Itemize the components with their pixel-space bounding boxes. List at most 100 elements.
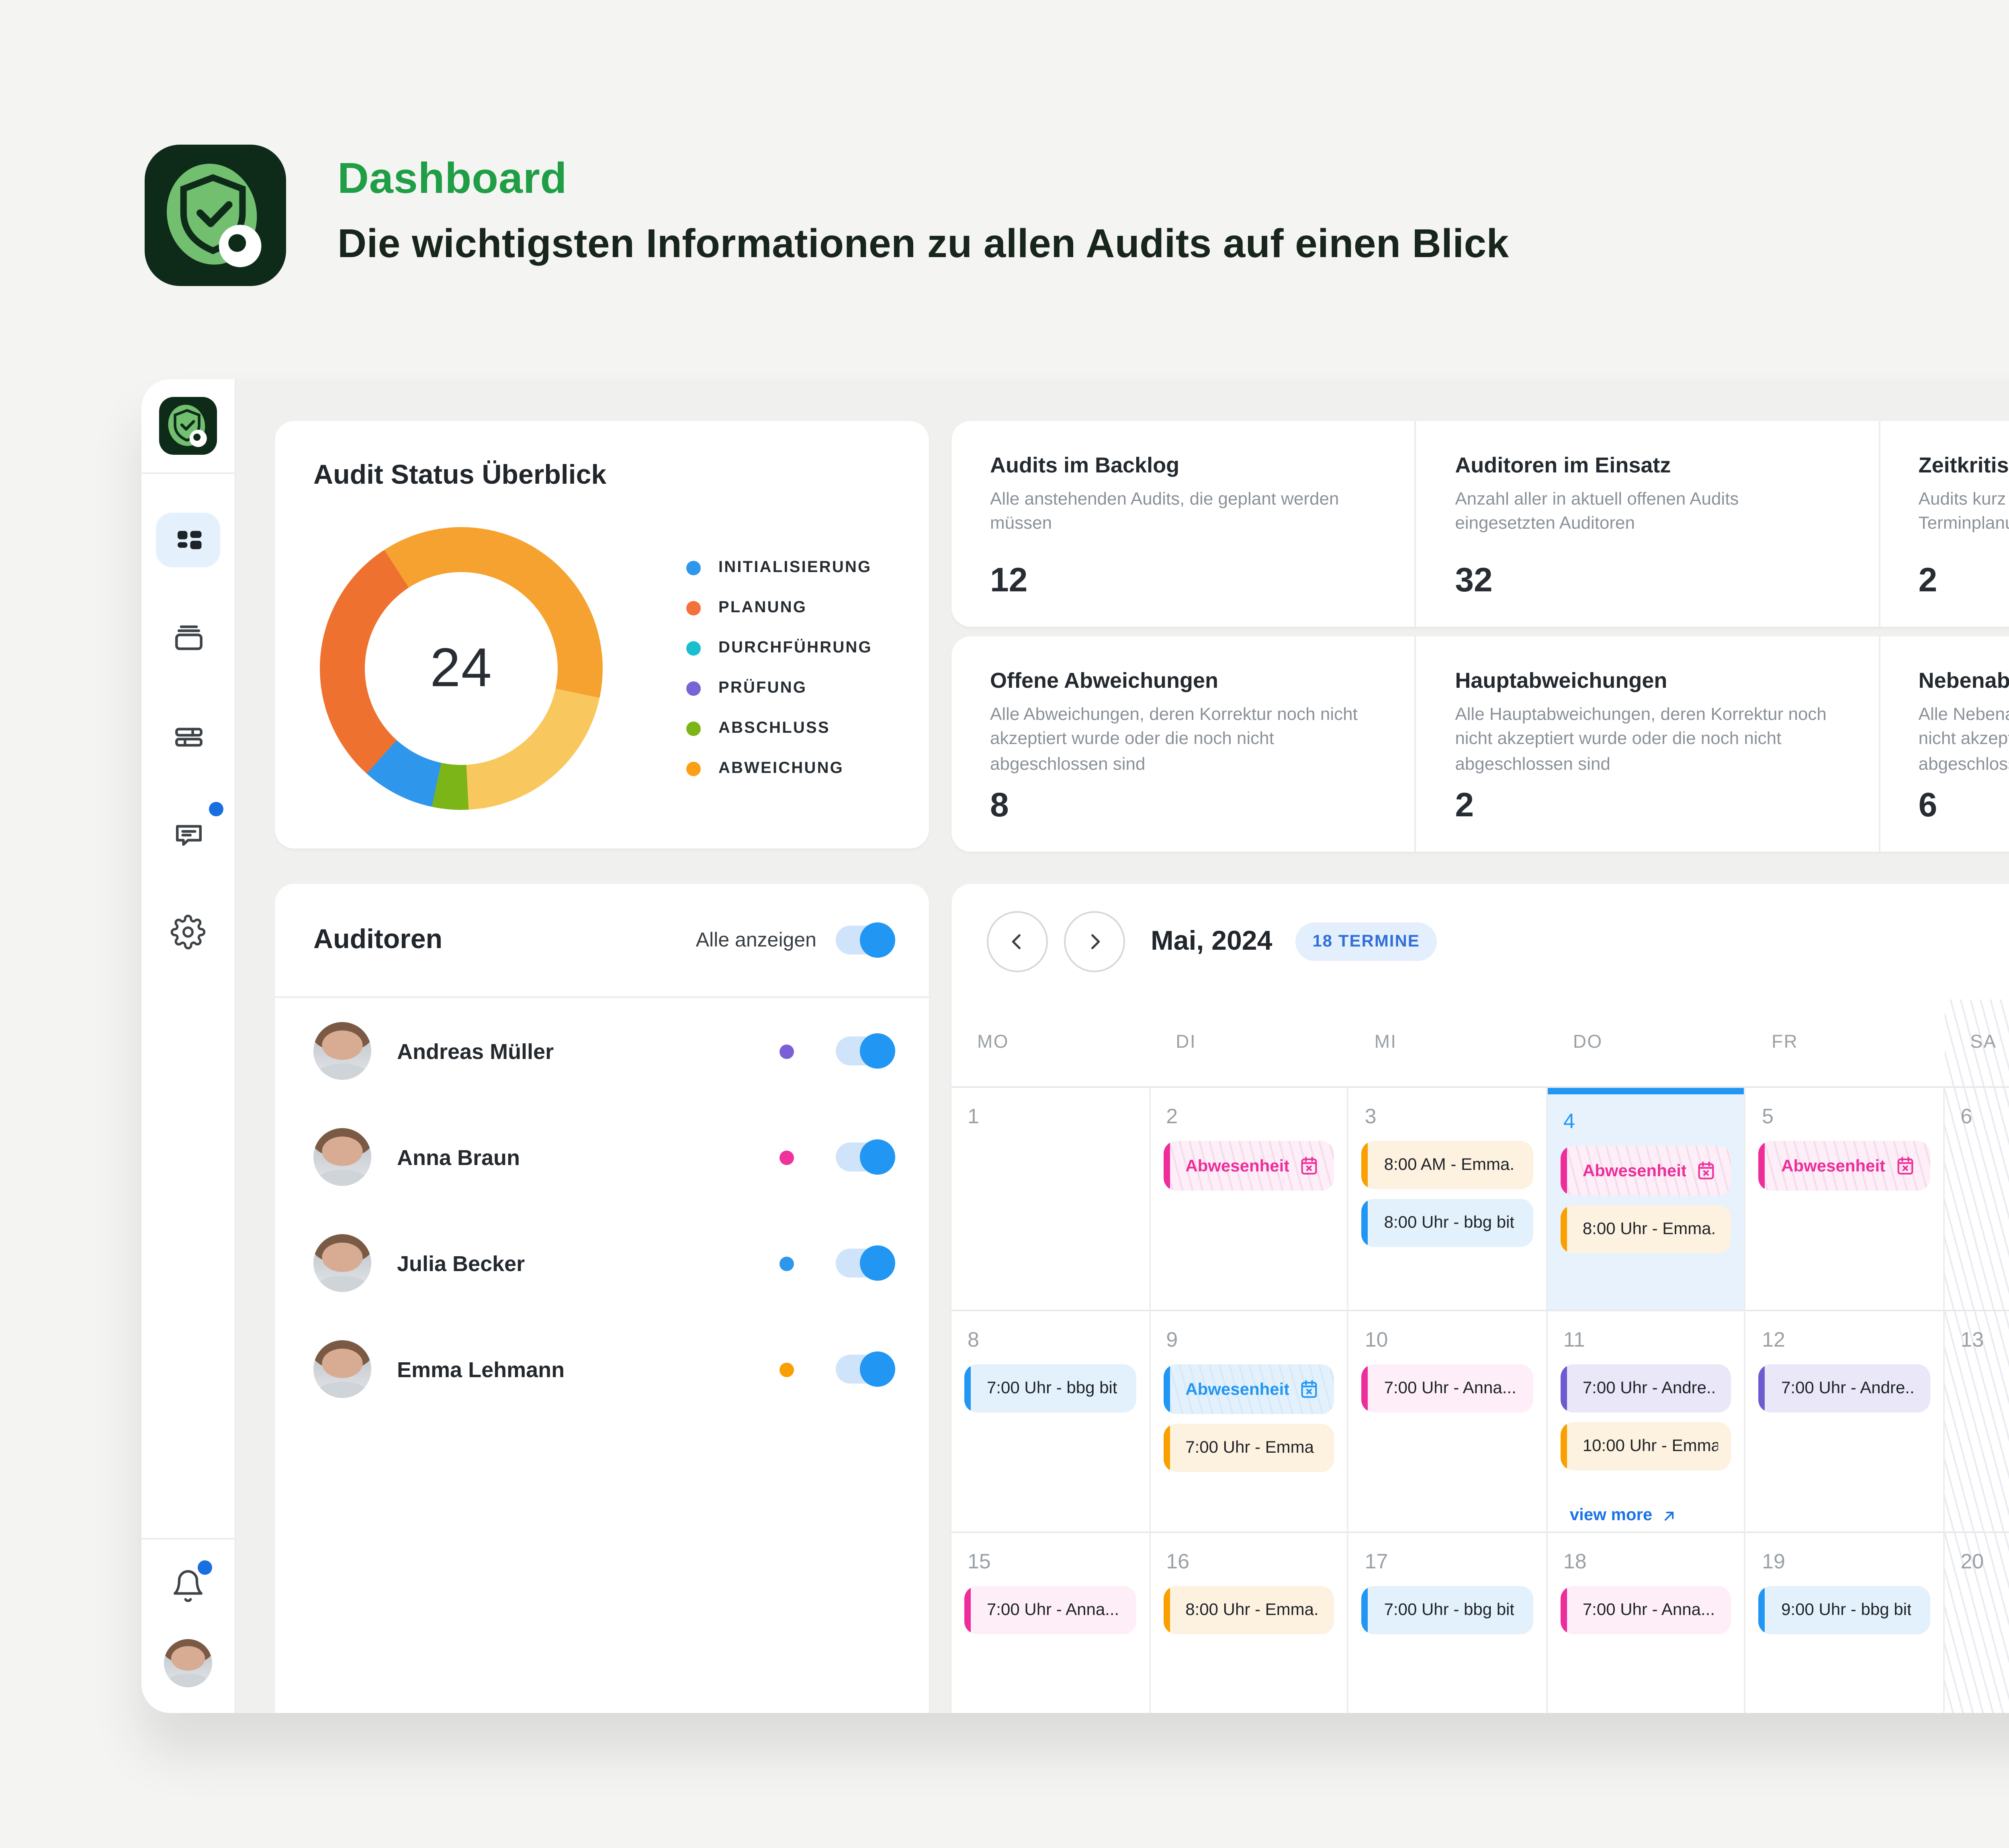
- calendar-day-cell[interactable]: 187:00 Uhr - Anna...: [1547, 1531, 1746, 1713]
- termine-count-badge: 18 TERMINE: [1295, 922, 1437, 961]
- view-more-link[interactable]: view more: [1570, 1506, 1678, 1525]
- calendar-event-chip[interactable]: Abwesenheit: [1560, 1146, 1731, 1196]
- event-color-bar: [1163, 1424, 1169, 1472]
- calendar-x-icon-wrap: [1895, 1155, 1916, 1176]
- calendar-day-cell[interactable]: 1: [951, 1088, 1150, 1310]
- calendar-event-chip[interactable]: 8:00 AM - Emma.: [1362, 1141, 1533, 1189]
- stat-description: Anzahl aller in aktuell offenen Audits e…: [1455, 489, 1839, 538]
- auditor-status-dot: [779, 1362, 794, 1376]
- calendar-prev-button[interactable]: [987, 911, 1048, 972]
- sidebar-bottom: [141, 1538, 235, 1713]
- sidebar-item-audits[interactable]: [156, 611, 220, 665]
- calendar-event-chip[interactable]: 9:00 Uhr - bbg bit: [1759, 1586, 1930, 1634]
- event-label: 7:00 Uhr - Andre..: [1781, 1379, 1915, 1398]
- calendar-event-chip[interactable]: 7:00 Uhr - bbg bit: [964, 1364, 1135, 1413]
- calendar-event-chip[interactable]: 7:00 Uhr - bbg bit: [1362, 1586, 1533, 1634]
- calendar-event-chip[interactable]: 8:00 Uhr - Emma.: [1163, 1586, 1334, 1634]
- calendar-day-cell[interactable]: 11 7:00 Uhr - Andre.. 10:00 Uhr - Emma view…: [1547, 1310, 1746, 1531]
- auditor-name: Emma Lehmann: [397, 1357, 565, 1381]
- event-color-bar: [1362, 1141, 1368, 1189]
- calendar-day-cell[interactable]: 87:00 Uhr - bbg bit: [951, 1310, 1150, 1531]
- sidebar-item-dashboard[interactable]: [156, 513, 220, 567]
- event-color-bar: [1163, 1364, 1169, 1414]
- day-events: 7:00 Uhr - Anna...: [951, 1586, 1148, 1634]
- calendar-day-cell[interactable]: 4Abwesenheit8:00 Uhr - Emma.: [1547, 1088, 1746, 1310]
- calendar-event-chip[interactable]: 8:00 Uhr - bbg bit: [1362, 1199, 1533, 1247]
- show-all-toggle[interactable]: [836, 926, 890, 955]
- calendar-day-cell[interactable]: 2Abwesenheit: [1150, 1088, 1348, 1310]
- legend-label: PLANUNG: [718, 599, 807, 617]
- sidebar-item-comments[interactable]: [156, 807, 220, 861]
- sidebar-app-logo[interactable]: [159, 397, 217, 455]
- calendar-event-chip[interactable]: 8:00 Uhr - Emma.: [1560, 1205, 1731, 1253]
- calendar-day-cell[interactable]: 6: [1944, 1088, 2009, 1310]
- calendar-day-cell[interactable]: 15 7:00 Uhr - Anna...: [951, 1531, 1150, 1713]
- auditors-list: Andreas MüllerAnna BraunJulia BeckerEmma…: [275, 998, 929, 1422]
- sidebar-item-settings[interactable]: [156, 905, 220, 959]
- day-number: 10: [1365, 1327, 1546, 1351]
- auditor-row: Emma Lehmann: [275, 1316, 929, 1422]
- show-all-label: Alle anzeigen: [696, 929, 816, 951]
- calendar-day-cell[interactable]: 177:00 Uhr - bbg bit: [1349, 1531, 1547, 1713]
- calendar-day-cell[interactable]: 168:00 Uhr - Emma.: [1150, 1531, 1348, 1713]
- event-color-bar: [1560, 1364, 1567, 1413]
- auditor-toggle[interactable]: [836, 1036, 890, 1065]
- calendar-event-chip[interactable]: 7:00 Uhr - Andre..: [1759, 1364, 1930, 1413]
- stat-value: 32: [1455, 562, 1839, 601]
- day-events: 7:00 Uhr - Andre.. 10:00 Uhr - Emma: [1547, 1364, 1744, 1470]
- stat-description: Alle anstehenden Audits, die geplant wer…: [990, 489, 1376, 538]
- day-number: 19: [1762, 1549, 1943, 1573]
- calendar-day-cell[interactable]: 19 9:00 Uhr - bbg bit: [1746, 1531, 1944, 1713]
- toggle-knob: [860, 1139, 895, 1175]
- stat-title: Offene Abweichungen: [990, 668, 1376, 693]
- page-title: Dashboard: [338, 154, 1509, 204]
- day-number: 3: [1365, 1104, 1546, 1128]
- calendar-event-chip[interactable]: Abwesenheit: [1163, 1364, 1334, 1414]
- auditor-toggle[interactable]: [836, 1143, 890, 1171]
- calendar-x-icon-wrap: [1299, 1155, 1320, 1176]
- calendar-day-cell[interactable]: 5Abwesenheit: [1746, 1088, 1944, 1310]
- stat-column: HauptabweichungenAlle Hauptabweichungen,…: [1415, 636, 1878, 852]
- user-avatar[interactable]: [164, 1639, 212, 1687]
- calendar-day-cell[interactable]: 13: [1944, 1310, 2009, 1531]
- sidebar-logo-wrap: [141, 379, 235, 474]
- calendar-event-chip[interactable]: Abwesenheit: [1163, 1141, 1334, 1191]
- sidebar-item-audit-list[interactable]: [156, 709, 220, 763]
- calendar-event-chip[interactable]: 7:00 Uhr - Anna...: [964, 1586, 1135, 1634]
- event-color-bar: [1362, 1199, 1368, 1247]
- main-window: Audit Status Überblick 24 INITIALISIERUN…: [141, 379, 2009, 1713]
- event-label: Abwesenheit: [1185, 1156, 1289, 1175]
- auditor-row: Anna Braun: [275, 1104, 929, 1210]
- calendar-event-chip[interactable]: 7:00 Uhr - Andre..: [1560, 1364, 1731, 1413]
- calendar-event-chip[interactable]: Abwesenheit: [1759, 1141, 1930, 1191]
- event-label: 7:00 Uhr - bbg bit: [987, 1379, 1117, 1398]
- auditor-status-dot: [779, 1256, 794, 1270]
- day-number: 12: [1762, 1327, 1943, 1351]
- legend-item: ABWEICHUNG: [686, 760, 872, 778]
- event-color-bar: [1362, 1586, 1368, 1634]
- page-header: Dashboard Die wichtigsten Informationen …: [145, 145, 1509, 286]
- calendar-day-cell[interactable]: 3 8:00 AM - Emma. 8:00 Uhr - bbg bit: [1349, 1088, 1547, 1310]
- calendar-event-chip[interactable]: 7:00 Uhr - Anna...: [1560, 1586, 1731, 1634]
- calendar-event-chip[interactable]: 7:00 Uhr - Anna...: [1362, 1364, 1533, 1413]
- event-label: 7:00 Uhr - Andre..: [1583, 1379, 1716, 1398]
- day-number: 11: [1563, 1327, 1744, 1351]
- bell-icon: [170, 1568, 206, 1604]
- event-label: Abwesenheit: [1185, 1380, 1289, 1399]
- day-events: 7:00 Uhr - Andre..: [1746, 1364, 1943, 1413]
- event-color-bar: [964, 1586, 971, 1634]
- calendar-event-chip[interactable]: 10:00 Uhr - Emma: [1560, 1422, 1731, 1470]
- calendar-day-cell[interactable]: 10 7:00 Uhr - Anna...: [1349, 1310, 1547, 1531]
- weekday-label: MO: [951, 1000, 1150, 1086]
- calendar-day-cell[interactable]: 20: [1944, 1531, 2009, 1713]
- day-number: 15: [968, 1549, 1148, 1573]
- auditor-toggle[interactable]: [836, 1355, 890, 1384]
- calendar-next-button[interactable]: [1064, 911, 1125, 972]
- calendar-event-chip[interactable]: 7:00 Uhr - Emma: [1163, 1424, 1334, 1472]
- auditor-toggle[interactable]: [836, 1249, 890, 1278]
- calendar-day-cell[interactable]: 12 7:00 Uhr - Andre..: [1746, 1310, 1944, 1531]
- calendar-day-cell[interactable]: 9Abwesenheit7:00 Uhr - Emma: [1150, 1310, 1348, 1531]
- notifications-button[interactable]: [167, 1565, 209, 1607]
- legend-item: ABSCHLUSS: [686, 720, 872, 738]
- toggle-knob: [860, 922, 895, 958]
